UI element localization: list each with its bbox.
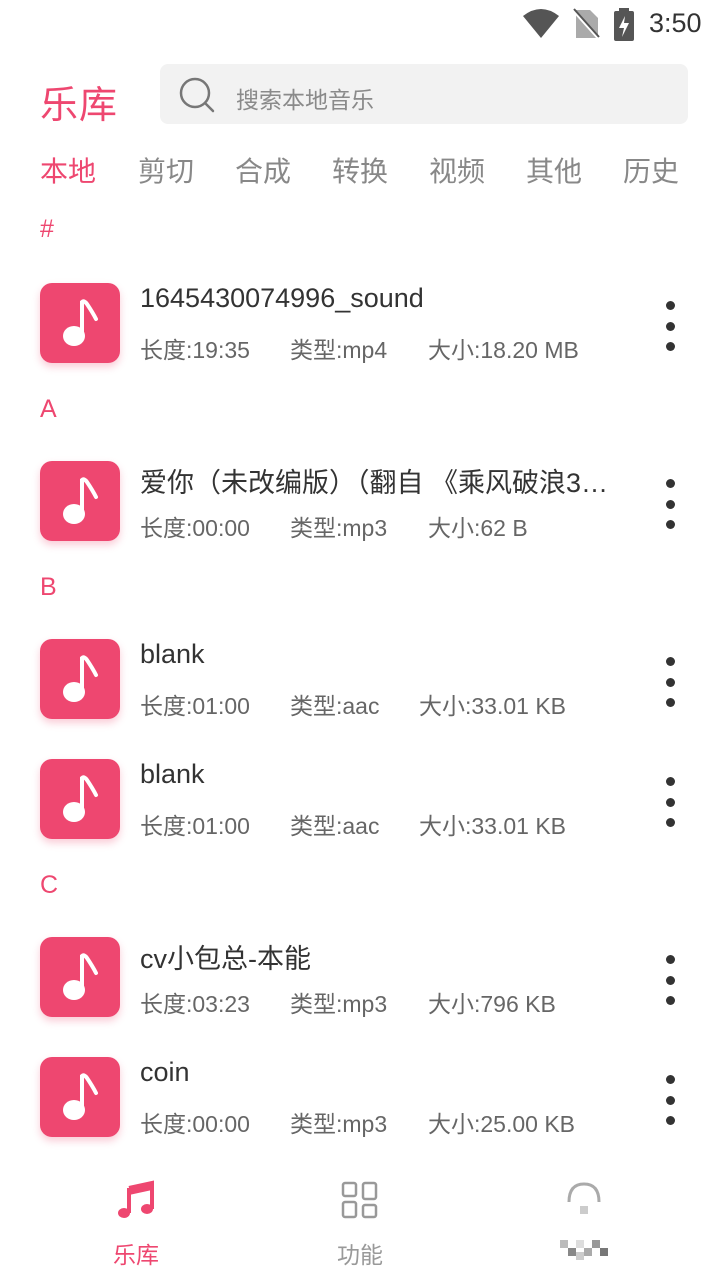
search-input[interactable]: 搜索本地音乐: [160, 64, 688, 124]
tab-convert[interactable]: 转换: [332, 150, 388, 190]
track-type: 类型:mp3: [290, 991, 388, 1017]
more-options-icon[interactable]: [652, 955, 688, 1005]
list-item[interactable]: blank 长度:01:00 类型:aac 大小:33.01 KB: [0, 741, 720, 861]
list-item[interactable]: blank 长度:01:00 类型:aac 大小:33.01 KB: [0, 621, 720, 741]
list-item[interactable]: cv小包总-本能 长度:03:23 类型:mp3 大小:796 KB: [0, 919, 720, 1039]
music-thumbnail: [40, 937, 120, 1017]
category-tabs: 本地 剪切 合成 转换 视频 其他 历史: [0, 150, 720, 194]
track-name: 爱你（未改编版）（翻自 《乘风破浪3…: [140, 468, 609, 498]
track-name: blank: [140, 759, 205, 789]
list-item[interactable]: coin 长度:00:00 类型:mp3 大小:25.00 KB: [0, 1039, 720, 1159]
more-options-icon[interactable]: [652, 301, 688, 351]
track-type: 类型:aac: [290, 813, 380, 839]
music-thumbnail: [40, 461, 120, 541]
list-item[interactable]: 爱你（未改编版）（翻自 《乘风破浪3… 长度:00:00 类型:mp3 大小:6…: [0, 443, 720, 563]
track-size: 大小:33.01 KB: [419, 813, 567, 839]
search-placeholder: 搜索本地音乐: [236, 88, 374, 114]
track-length: 长度:00:00: [140, 1111, 250, 1137]
search-icon: [179, 77, 215, 113]
nav-library-label: 乐库: [113, 1243, 159, 1269]
track-length: 长度:03:23: [140, 991, 250, 1017]
music-note-icon: [63, 953, 98, 1000]
track-name: coin: [140, 1057, 190, 1087]
tab-merge[interactable]: 合成: [235, 150, 291, 190]
section-letter: B: [40, 573, 57, 601]
tab-cut[interactable]: 剪切: [138, 150, 194, 190]
section-header: C: [0, 861, 720, 919]
status-time: 3:50: [649, 8, 702, 38]
nav-third[interactable]: [464, 1160, 704, 1280]
status-bar: 3:50: [0, 0, 720, 52]
list-item[interactable]: 1645430074996_sound 长度:19:35 类型:mp4 大小:1…: [0, 265, 720, 385]
music-thumbnail: [40, 759, 120, 839]
track-name: blank: [140, 639, 205, 669]
tab-local[interactable]: 本地: [40, 150, 96, 190]
music-thumbnail: [40, 283, 120, 363]
music-thumbnail: [40, 639, 120, 719]
music-note-icon: [118, 1180, 154, 1218]
track-type: 类型:mp3: [290, 515, 388, 541]
music-thumbnail: [40, 1057, 120, 1137]
track-size: 大小:796 KB: [428, 991, 556, 1017]
track-size: 大小:62 B: [428, 515, 528, 541]
section-header: B: [0, 563, 720, 621]
section-letter: #: [40, 215, 54, 243]
track-size: 大小:33.01 KB: [419, 693, 567, 719]
nav-library[interactable]: 乐库: [16, 1160, 256, 1280]
section-letter: C: [40, 871, 59, 899]
music-note-icon: [63, 1073, 98, 1120]
pixelated-label-image: [560, 1240, 608, 1260]
more-options-icon[interactable]: [652, 479, 688, 529]
section-letter: A: [40, 395, 57, 423]
more-options-icon[interactable]: [652, 657, 688, 707]
track-length: 长度:19:35: [140, 337, 250, 363]
section-header: A: [0, 385, 720, 443]
track-length: 长度:00:00: [140, 515, 250, 541]
track-name: 1645430074996_sound: [140, 283, 424, 313]
tab-history[interactable]: 历史: [623, 150, 679, 190]
wifi-icon: [523, 9, 559, 38]
pixelated-icon: [567, 1182, 601, 1214]
section-header: #: [0, 205, 720, 265]
page-title: 乐库: [40, 83, 119, 127]
tab-other[interactable]: 其他: [526, 150, 582, 190]
music-list: # 1645430074996_sound 长度:19:35 类型:mp4 大小…: [0, 205, 720, 1159]
track-type: 类型:mp4: [290, 337, 388, 363]
track-type: 类型:aac: [290, 693, 380, 719]
tab-video[interactable]: 视频: [429, 150, 485, 190]
more-options-icon[interactable]: [652, 777, 688, 827]
music-note-icon: [63, 299, 98, 346]
bottom-navigation: 乐库 功能: [0, 1160, 720, 1280]
nav-functions[interactable]: 功能: [240, 1160, 480, 1280]
track-length: 长度:01:00: [140, 813, 250, 839]
battery-charging-icon: [614, 8, 634, 41]
music-note-icon: [63, 775, 98, 822]
music-note-icon: [63, 477, 98, 524]
track-length: 长度:01:00: [140, 693, 250, 719]
more-options-icon[interactable]: [652, 1075, 688, 1125]
music-note-icon: [63, 655, 98, 702]
grid-icon: [341, 1181, 378, 1219]
track-name: cv小包总-本能: [140, 944, 311, 974]
track-size: 大小:18.20 MB: [428, 337, 579, 363]
nav-functions-label: 功能: [337, 1243, 383, 1269]
track-size: 大小:25.00 KB: [428, 1111, 576, 1137]
track-type: 类型:mp3: [290, 1111, 388, 1137]
no-sim-icon: [572, 8, 600, 40]
